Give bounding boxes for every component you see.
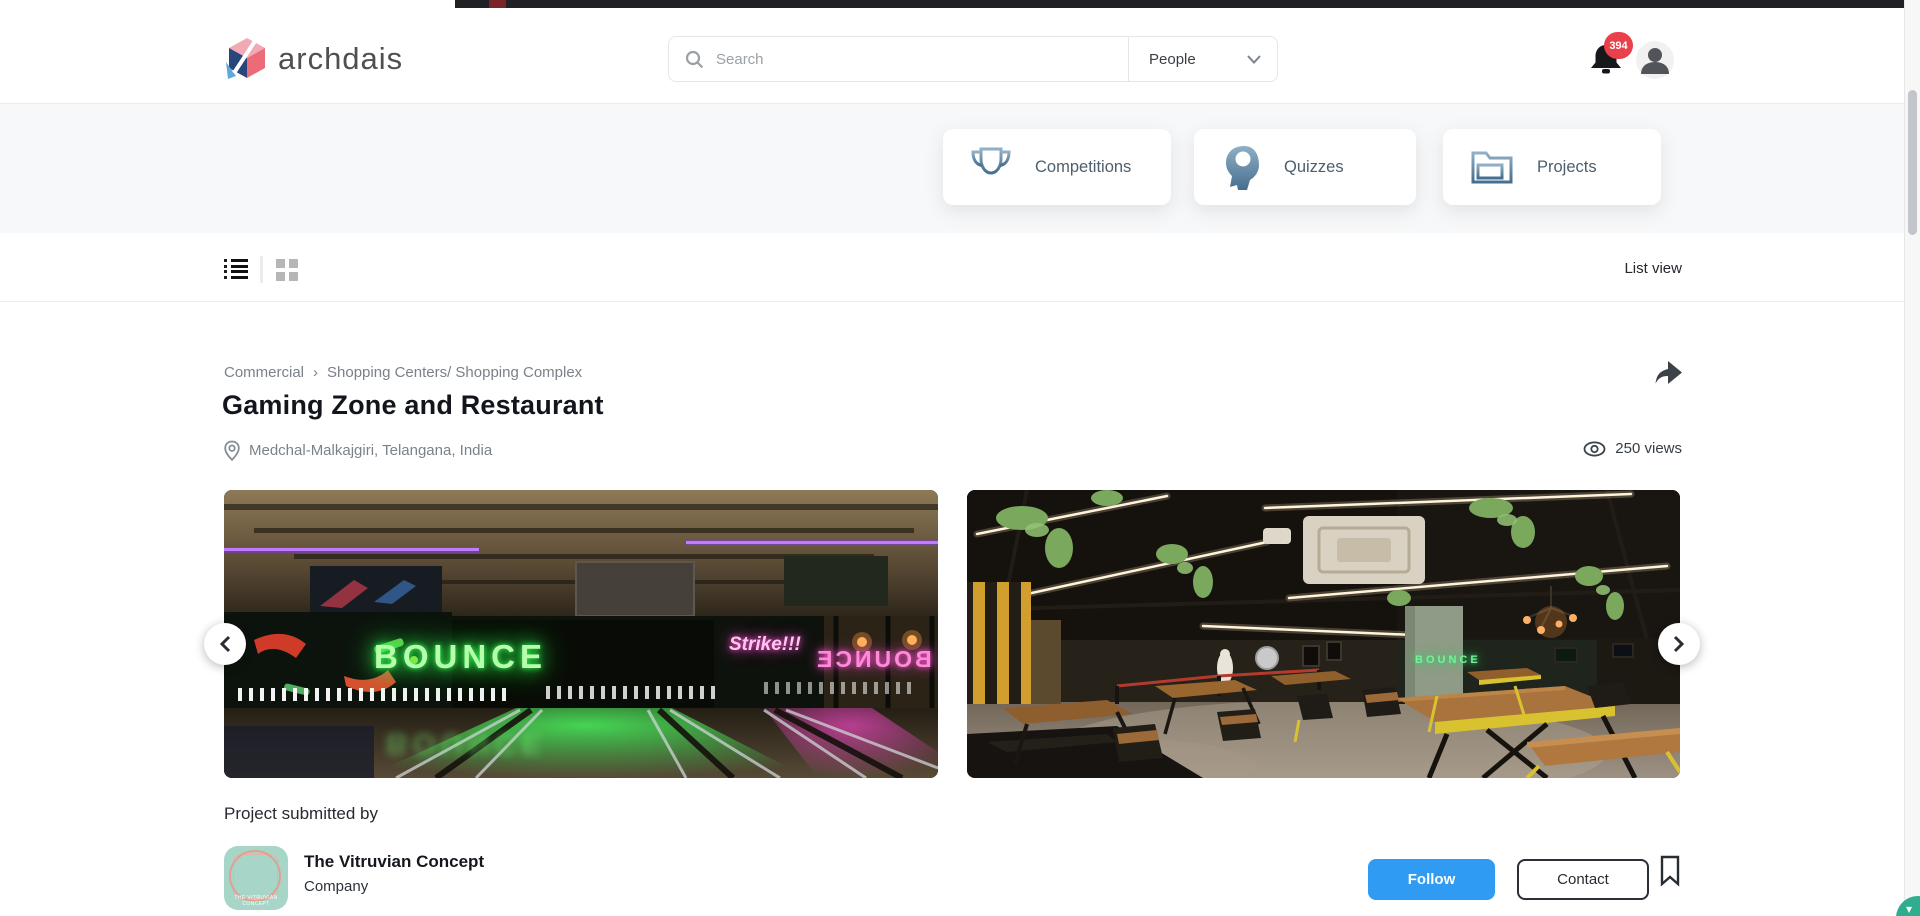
grid-view-button[interactable] <box>276 259 298 281</box>
quizzes-label: Quizzes <box>1284 158 1344 177</box>
chevron-left-icon <box>219 635 231 653</box>
browser-edge-strip <box>455 0 1904 8</box>
head-quiz-icon <box>1220 143 1262 191</box>
search-box[interactable] <box>668 36 1128 82</box>
bookmark-button[interactable] <box>1659 855 1681 892</box>
company-name[interactable]: The Vitruvian Concept <box>304 852 484 872</box>
breadcrumb-category[interactable]: Shopping Centers/ Shopping Complex <box>327 364 582 381</box>
search-category-value: People <box>1149 51 1196 68</box>
corner-widget-button[interactable]: ▾ <box>1896 896 1920 916</box>
views-count: 250 views <box>1615 440 1682 457</box>
logo[interactable]: archdais <box>224 36 403 82</box>
search-input[interactable] <box>714 50 1094 69</box>
bowling-pins-strip <box>238 688 506 701</box>
scrollbar-thumb[interactable] <box>1908 90 1917 235</box>
neon-sign-reflection: BOUNCE <box>386 726 546 760</box>
page-title: Gaming Zone and Restaurant <box>222 390 604 421</box>
company-type: Company <box>304 878 368 895</box>
carousel-next-button[interactable] <box>1658 623 1700 665</box>
carousel-prev-button[interactable] <box>204 623 246 665</box>
bowling-pins-strip <box>546 686 716 699</box>
competitions-label: Competitions <box>1035 158 1131 177</box>
search-icon <box>685 50 704 69</box>
contact-button[interactable]: Contact <box>1517 859 1649 900</box>
breadcrumb-commercial[interactable]: Commercial <box>224 364 304 381</box>
search-category-select[interactable]: People <box>1128 36 1278 82</box>
quizzes-card[interactable]: Quizzes <box>1194 129 1416 205</box>
search-bar: People <box>668 36 1278 82</box>
bowling-photo <box>224 490 938 778</box>
folder-plan-icon <box>1469 146 1515 188</box>
submitted-by-label: Project submitted by <box>224 804 378 824</box>
neon-sign-bounce-small: BOUNCE <box>1415 654 1481 666</box>
eye-icon <box>1583 441 1606 457</box>
projects-card[interactable]: Projects <box>1443 129 1661 205</box>
trophy-icon <box>969 143 1013 191</box>
company-logo[interactable]: THE VITRUVIAN CONCEPT <box>224 846 288 910</box>
person-icon <box>1636 41 1674 79</box>
competitions-card[interactable]: Competitions <box>943 129 1171 205</box>
restaurant-photo <box>967 490 1680 778</box>
location-text: Medchal-Malkajgiri, Telangana, India <box>249 442 492 459</box>
projects-label: Projects <box>1537 158 1597 177</box>
page-scrollbar <box>1904 0 1920 916</box>
views-row: 250 views <box>1583 440 1682 457</box>
view-mode-label: List view <box>1624 260 1682 277</box>
notification-count-badge: 394 <box>1604 32 1633 59</box>
follow-button[interactable]: Follow <box>1368 859 1495 900</box>
page: archdais People 394 <box>0 0 1920 916</box>
chevron-down-icon <box>1247 55 1261 64</box>
logo-cube-icon <box>224 36 270 82</box>
toggle-divider <box>260 256 263 283</box>
bowling-pins-strip <box>764 682 914 694</box>
share-button[interactable] <box>1654 358 1684 391</box>
logo-text: archdais <box>278 41 403 77</box>
breadcrumb-separator: › <box>313 364 318 381</box>
carousel-slide-restaurant[interactable]: BOUNCE <box>967 490 1680 778</box>
header: archdais People 394 <box>0 8 1920 104</box>
user-avatar[interactable] <box>1636 41 1674 79</box>
map-pin-icon <box>224 440 240 461</box>
bookmark-icon <box>1659 855 1681 887</box>
list-view-button[interactable] <box>224 259 248 281</box>
neon-sign-bounce-mirrored: BOUNCE <box>814 646 932 673</box>
carousel-slide-bowling[interactable]: BOUNCE BOUNCE Strike!!! BOUNCE <box>224 490 938 778</box>
company-logo-caption: THE VITRUVIAN CONCEPT <box>224 895 288 907</box>
share-arrow-icon <box>1654 358 1684 386</box>
neon-sign-strike: Strike!!! <box>729 634 801 656</box>
location-row: Medchal-Malkajgiri, Telangana, India <box>224 440 492 461</box>
breadcrumb: Commercial › Shopping Centers/ Shopping … <box>224 364 582 381</box>
chevron-right-icon <box>1673 635 1685 653</box>
neon-sign-bounce: BOUNCE <box>374 638 547 676</box>
